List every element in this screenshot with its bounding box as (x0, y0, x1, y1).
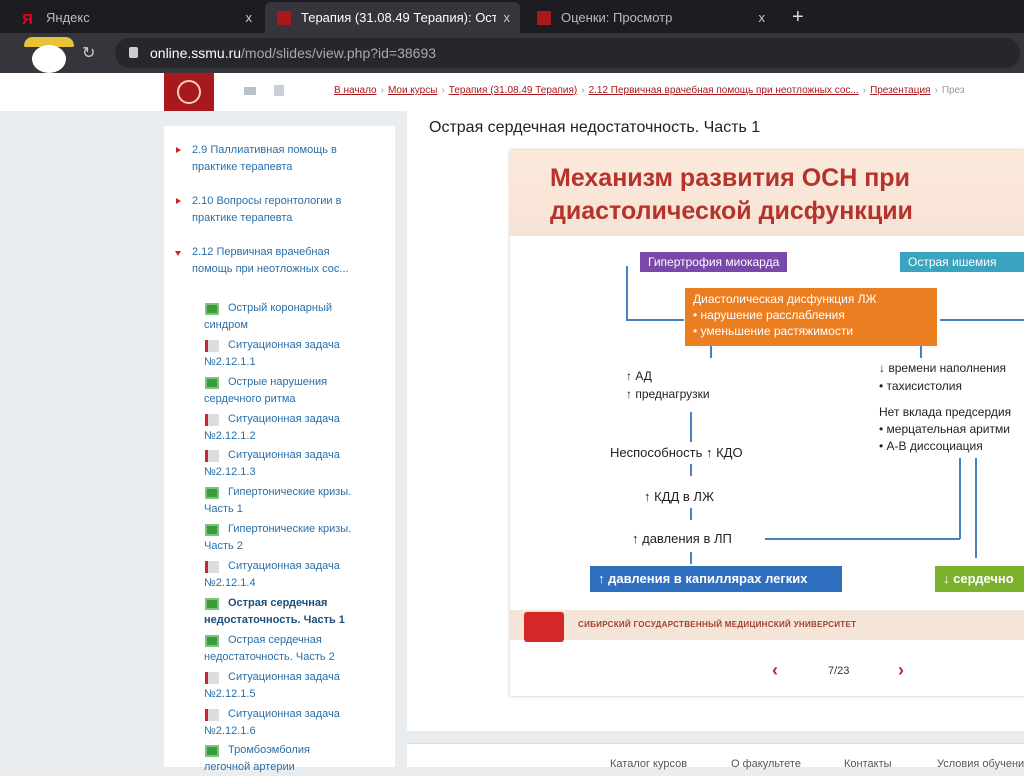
tab-bar: Я Яндекс x Терапия (31.08.49 Терапия): Ост… (0, 0, 1024, 33)
url-field[interactable]: online.ssmu.ru/mod/slides/view.php?id=38… (115, 38, 1020, 68)
footer-catalog-link[interactable]: Каталог курсов (610, 758, 687, 770)
reload-icon[interactable]: ↻ (82, 43, 95, 63)
sidebar-item[interactable]: Ситуационная задача №2.12.1.6 (204, 706, 354, 740)
close-icon[interactable]: x (504, 10, 511, 25)
crumb-section[interactable]: 2.12 Первичная врачебная помощь при неот… (589, 85, 859, 96)
university-logo[interactable] (164, 73, 214, 111)
breadcrumb: В начало › Мои курсы › Терапия (31.08.49 Тер… (334, 85, 965, 96)
ischemia-box: Острая ишемия (900, 252, 1024, 272)
chapter-2-10[interactable]: 2.10 Вопросы геронтологии в практике тер… (176, 193, 372, 227)
slide-title: Механизм развития ОСН при диастолической… (550, 164, 913, 225)
crumb-presentation[interactable]: Презентация (870, 85, 930, 96)
ssmu-icon (277, 10, 291, 25)
sidebar-item[interactable]: Гипертонические кризы. Часть 1 (204, 484, 354, 518)
avatar[interactable] (10, 33, 90, 73)
box-item: • уменьшение растяжимости (693, 324, 854, 338)
site-footer: Каталог курсов О факультете Контакты Усл… (407, 743, 1024, 770)
sidebar-item[interactable]: Острая сердечная недостаточность. Часть … (204, 595, 354, 629)
footer-contacts-link[interactable]: Контакты (844, 758, 892, 770)
af-text: • мерцательная аритми (879, 422, 1010, 436)
university-name: СИБИРСКИЙ ГОСУДАРСТВЕННЫЙ МЕДИЦИНСКИЙ УН… (578, 620, 857, 629)
bp-text: ↑ АД (626, 369, 652, 383)
footer-faculty-link[interactable]: О факультете (731, 758, 801, 770)
tab-label: Яндекс (46, 10, 90, 25)
crumb-current: През (941, 85, 965, 96)
crumb-my-courses[interactable]: Мои курсы (388, 85, 438, 96)
main-content: Острая сердечная недостаточность. Часть … (407, 111, 1024, 731)
tab-yandex[interactable]: Я Яндекс x (10, 2, 262, 33)
close-icon[interactable]: x (759, 10, 766, 25)
address-bar-row: ↻ online.ssmu.ru/mod/slides/view.php?id=… (0, 33, 1024, 73)
box-item: • нарушение расслабления (693, 308, 845, 322)
tab-grades[interactable]: Оценки: Просмотр x (525, 2, 775, 33)
slide-footer: СИБИРСКИЙ ГОСУДАРСТВЕННЫЙ МЕДИЦИНСКИЙ УН… (510, 610, 1024, 640)
next-slide-button[interactable]: › (898, 660, 904, 681)
lock-icon (129, 47, 138, 58)
sidebar-item[interactable]: Тромбоэмболия легочной артерии (204, 742, 354, 776)
crumb-home[interactable]: В начало (334, 85, 377, 96)
sidebar-item[interactable]: Острый коронарный синдром (204, 300, 354, 334)
filling-time-text: ↓ времени наполнения (879, 361, 1006, 375)
ssmu-icon (537, 10, 551, 25)
sidebar-item[interactable]: Острая сердечная недостаточность. Часть … (204, 632, 354, 666)
mail-icon[interactable] (244, 87, 256, 95)
cardiac-output-box: ↓ сердечно (935, 566, 1024, 592)
page-title: Острая сердечная недостаточность. Часть … (429, 119, 761, 136)
sidebar-item[interactable]: Ситуационная задача №2.12.1.3 (204, 447, 354, 481)
url-domain: online.ssmu.ru (150, 45, 242, 61)
capillary-pressure-box: ↑ давления в капиллярах легких (590, 566, 842, 592)
site-header: В начало › Мои курсы › Терапия (31.08.49 Тер… (0, 73, 1024, 111)
sidebar-item[interactable]: Ситуационная задача №2.12.1.1 (204, 337, 354, 371)
box-title: Диастолическая дисфункция ЛЖ (693, 292, 877, 306)
tachysystole-text: • тахисистолия (879, 379, 962, 393)
new-tab-button[interactable]: + (780, 2, 810, 33)
tab-label: Оценки: Просмотр (561, 10, 673, 25)
hypertrophy-box: Гипертрофия миокарда (640, 252, 788, 272)
slide-viewer: Механизм развития ОСН при диастолической… (510, 150, 1024, 696)
footer-terms-link[interactable]: Условия обучени (937, 758, 1024, 770)
diastolic-dysfunction-box: Диастолическая дисфункция ЛЖ • нарушение… (685, 288, 937, 346)
preload-text: ↑ преднагрузки (626, 387, 710, 401)
sidebar-item[interactable]: Ситуационная задача №2.12.1.4 (204, 558, 354, 592)
chapter-2-12[interactable]: 2.12 Первичная врачебная помощь при неот… (175, 244, 372, 278)
url-path: /mod/slides/view.php?id=38693 (241, 45, 437, 61)
tab-therapy[interactable]: Терапия (31.08.49 Терапия): Ост x (265, 2, 520, 33)
sidebar-item[interactable]: Острые нарушения сердечного ритма (204, 374, 354, 408)
chapter-2-9[interactable]: 2.9 Паллиативная помощь в практике терап… (176, 142, 372, 176)
calendar-icon[interactable] (274, 85, 284, 96)
close-icon[interactable]: x (246, 10, 253, 25)
kdd-text: ↑ КДД в ЛЖ (644, 489, 714, 504)
sidebar-item[interactable]: Ситуационная задача №2.12.1.2 (204, 411, 354, 445)
yandex-icon: Я (22, 10, 33, 28)
lp-pressure-text: ↑ давления в ЛП (632, 531, 732, 546)
sidebar-item[interactable]: Гипертонические кризы. Часть 2 (204, 521, 354, 555)
course-sidebar: 2.9 Паллиативная помощь в практике терап… (164, 126, 395, 773)
crumb-course[interactable]: Терапия (31.08.49 Терапия) (449, 85, 577, 96)
page-counter: 7/23 (828, 665, 850, 677)
tab-label: Терапия (31.08.49 Терапия): Ост (301, 10, 496, 25)
atrial-text: Нет вклада предсердия (879, 405, 1012, 419)
first-aid-kit-icon (524, 612, 564, 642)
prev-slide-button[interactable]: ‹ (772, 660, 778, 681)
sidebar-item[interactable]: Ситуационная задача №2.12.1.5 (204, 669, 354, 703)
av-text: • А-В диссоциация (879, 439, 983, 453)
kdo-text: Неспособность ↑ КДО (610, 445, 743, 460)
